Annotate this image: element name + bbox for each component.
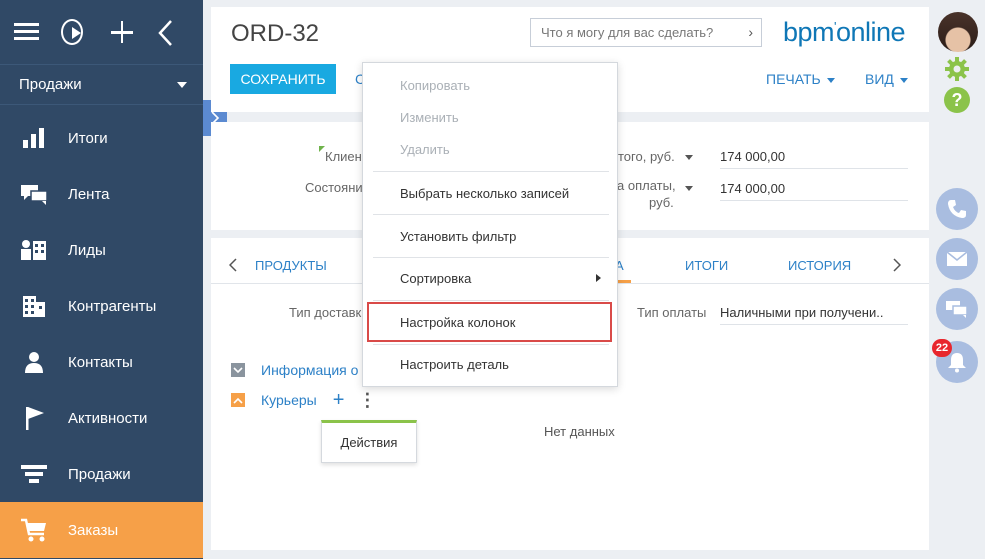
bar-chart-icon <box>18 124 50 152</box>
save-button[interactable]: СОХРАНИТЬ <box>230 64 336 94</box>
group-info[interactable]: Информация о <box>231 362 358 378</box>
command-line-input[interactable]: Что я могу для вас сделать? › <box>530 18 762 47</box>
email-button[interactable] <box>936 238 978 280</box>
sidebar-item-opportunities[interactable]: Продажи <box>0 446 203 502</box>
top-toolbar <box>0 0 203 64</box>
logo: bpm'online <box>783 17 906 47</box>
group-couriers-label: Курьеры <box>261 392 317 408</box>
add-icon[interactable] <box>109 19 133 45</box>
sidebar-item-contacts[interactable]: Контакты <box>0 334 203 390</box>
sidebar-item-feed[interactable]: Лента <box>0 166 203 222</box>
empty-state-text: Нет данных <box>544 424 615 439</box>
payment-type-value[interactable]: Наличными при получени.. <box>720 305 908 325</box>
view-button[interactable]: ВИД <box>865 71 908 87</box>
print-label: ПЕЧАТЬ <box>766 71 821 87</box>
state-label: Состояни <box>305 180 363 195</box>
play-process-icon[interactable] <box>61 19 83 45</box>
collapse-toggle-icon[interactable] <box>231 363 245 377</box>
group-couriers[interactable]: Курьеры + ⋮ <box>231 390 376 410</box>
section-selector[interactable]: Продажи <box>0 64 203 105</box>
sidebar: Продажи Итоги Лента Лиды Контрагенты Кон… <box>0 0 203 559</box>
payment-value[interactable]: 174 000,00 <box>720 181 908 201</box>
flag-icon <box>18 404 50 432</box>
chevron-left-icon[interactable] <box>156 19 177 46</box>
sidebar-item-orders[interactable]: Заказы <box>0 502 203 558</box>
sidebar-item-label: Лента <box>68 185 110 203</box>
cart-icon <box>18 516 50 544</box>
chat-bubbles-icon <box>18 180 50 208</box>
phone-button[interactable] <box>936 188 978 230</box>
sidebar-item-activities[interactable]: Активности <box>0 390 203 446</box>
search-placeholder: Что я могу для вас сделать? <box>541 25 714 40</box>
notification-badge: 22 <box>932 339 952 357</box>
gear-icon[interactable] <box>944 56 970 87</box>
menu-item-select-multiple[interactable]: Выбрать несколько записей <box>400 186 569 201</box>
building-icon <box>18 292 50 320</box>
tab-history[interactable]: ИСТОРИЯ <box>788 258 851 273</box>
payment-label-unit: руб. <box>649 195 674 210</box>
menu-item-delete: Удалить <box>400 142 450 157</box>
hamburger-menu-icon[interactable] <box>14 19 39 45</box>
tab-products[interactable]: ПРОДУКТЫ <box>255 258 327 273</box>
sidebar-item-leads[interactable]: Лиды <box>0 222 203 278</box>
group-info-label: Информация о <box>261 362 359 378</box>
right-rail: ? 22 <box>932 0 985 559</box>
client-label: Клиен <box>325 149 362 164</box>
sidebar-item-label: Итоги <box>68 129 108 147</box>
envelope-icon <box>946 251 968 266</box>
sidebar-item-accounts[interactable]: Контрагенты <box>0 278 203 334</box>
menu-item-configure-detail[interactable]: Настроить деталь <box>400 357 509 372</box>
leads-icon <box>18 236 50 264</box>
sidebar-item-label: Лиды <box>68 241 106 259</box>
menu-item-copy: Копировать <box>400 78 470 93</box>
actions-tooltip: Действия <box>321 420 417 463</box>
bell-icon <box>948 353 966 373</box>
expand-toggle-icon[interactable] <box>231 393 245 407</box>
caret-down-icon[interactable] <box>685 155 693 160</box>
funnel-icon <box>18 460 50 488</box>
chevron-right-icon[interactable]: › <box>748 19 753 46</box>
help-icon[interactable]: ? <box>944 87 970 113</box>
tab-totals[interactable]: ИТОГИ <box>685 258 728 273</box>
phone-icon <box>948 200 966 218</box>
submenu-arrow-icon <box>596 274 601 282</box>
page-title: ORD-32 <box>231 20 320 47</box>
sidebar-item-label: Контрагенты <box>68 297 157 315</box>
caret-down-icon <box>826 77 835 83</box>
menu-divider <box>373 300 609 301</box>
view-label: ВИД <box>865 71 894 87</box>
section-selector-label: Продажи <box>19 76 82 93</box>
chat-bubbles-icon <box>946 301 968 318</box>
sidebar-menu: Итоги Лента Лиды Контрагенты Контакты Ак… <box>0 110 203 558</box>
sidebar-item-label: Заказы <box>68 521 119 539</box>
menu-divider <box>373 257 609 258</box>
delivery-type-label: Тип доставк <box>289 305 362 320</box>
highlight-frame <box>367 302 612 342</box>
feed-button[interactable] <box>936 288 978 330</box>
sidebar-item-totals[interactable]: Итоги <box>0 110 203 166</box>
menu-item-sorting[interactable]: Сортировка <box>400 271 471 286</box>
chevron-left-icon[interactable] <box>228 258 237 277</box>
more-vertical-icon[interactable]: ⋮ <box>358 391 376 409</box>
payment-type-label: Тип оплаты <box>637 305 707 320</box>
payment-label: а оплаты, <box>617 178 676 193</box>
print-button[interactable]: ПЕЧАТЬ <box>766 71 835 87</box>
total-label: того, руб. <box>618 149 675 164</box>
person-icon <box>18 348 50 376</box>
menu-item-set-filter[interactable]: Установить фильтр <box>400 229 516 244</box>
menu-divider <box>373 171 609 172</box>
add-icon[interactable]: + <box>333 390 345 410</box>
menu-item-edit: Изменить <box>400 110 459 125</box>
total-value[interactable]: 174 000,00 <box>720 149 908 169</box>
chevron-right-icon[interactable] <box>893 258 902 277</box>
sidebar-item-label: Продажи <box>68 465 131 483</box>
avatar[interactable] <box>938 12 978 52</box>
caret-down-icon[interactable] <box>685 186 693 191</box>
sidebar-item-label: Контакты <box>68 353 133 371</box>
menu-divider <box>373 344 609 345</box>
sidebar-item-label: Активности <box>68 409 148 427</box>
caret-down-icon <box>177 81 187 88</box>
menu-divider <box>373 214 609 215</box>
caret-down-icon <box>899 77 908 83</box>
